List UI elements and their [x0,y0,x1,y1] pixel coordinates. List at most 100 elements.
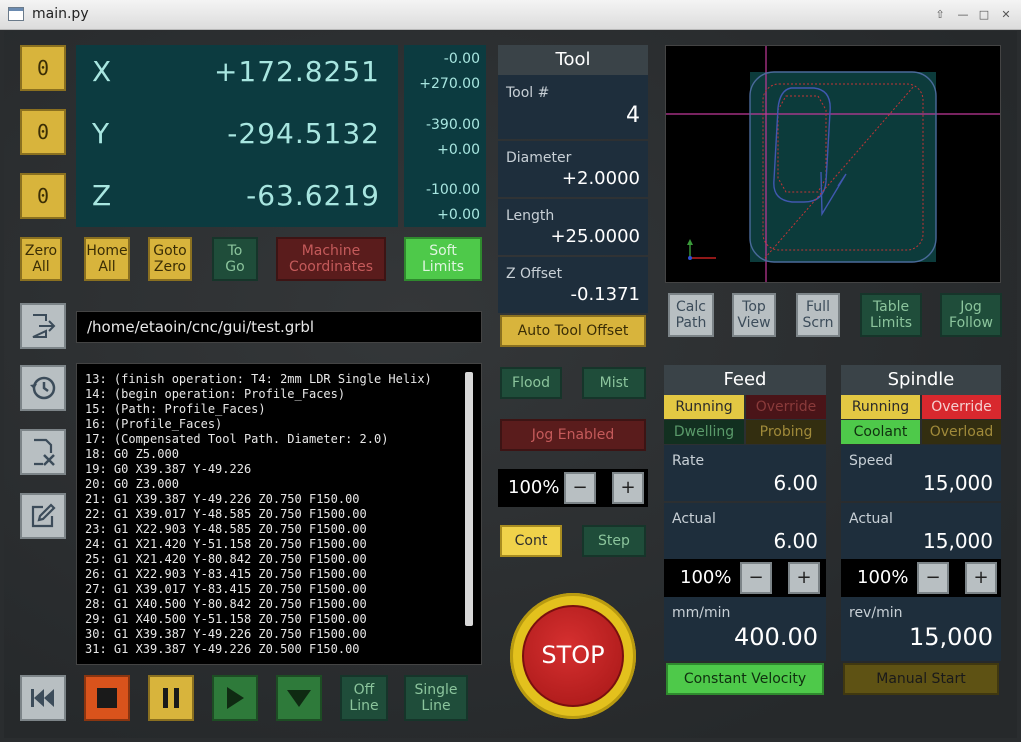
gcode-listing[interactable]: 13: (finish operation: T4: 2mm LDR Singl… [76,363,482,665]
zero-z-button[interactable]: 0 [20,173,66,219]
shade-icon[interactable]: ⇧ [932,7,948,23]
feed-actual-label: Actual [672,511,716,527]
spindle-actual-panel: Actual 15,000 [841,503,1001,559]
full-screen-button[interactable]: Full Scrn [796,293,840,337]
jog-plus-button[interactable]: + [612,472,644,504]
gcode-scrollbar[interactable] [465,372,473,626]
gcode-line[interactable]: 18: G0 Z5.000 [85,447,481,462]
feed-percent-value: 100% [680,567,732,588]
pause-icon [163,688,179,708]
tool-number-value: 4 [626,103,640,128]
feed-actual-value: 6.00 [773,529,818,553]
calc-path-button[interactable]: Calc Path [668,293,714,337]
gcode-line[interactable]: 29: G1 X40.500 Y-51.158 Z0.750 F1500.00 [85,612,481,627]
estop-ring: STOP [510,593,636,719]
spindle-plus-button[interactable]: + [965,562,997,594]
rewind-button[interactable] [20,675,66,721]
feed-plus-button[interactable]: + [788,562,820,594]
gcode-line[interactable]: 22: G1 X39.017 Y-48.585 Z0.750 F1500.00 [85,507,481,522]
feed-units-label: mm/min [672,605,731,621]
stop-program-button[interactable] [84,675,130,721]
auto-tool-offset-button[interactable]: Auto Tool Offset [500,315,646,347]
zero-y-button[interactable]: 0 [20,109,66,155]
dro-limits: -0.00 +270.00 -390.00 +0.00 -100.00 +0.0… [404,45,486,227]
limit-y-max: +0.00 [437,142,480,158]
minimize-icon[interactable]: — [955,7,971,23]
spindle-speed-label: Speed [849,453,893,469]
stop-button[interactable]: STOP [522,605,624,707]
gcode-line[interactable]: 27: G1 X39.017 Y-83.415 Z0.750 F1500.00 [85,582,481,597]
zero-all-button[interactable]: Zero All [20,237,62,281]
limit-z-max: +0.00 [437,207,480,223]
axis-y-label: Y [92,117,110,150]
file-path-field[interactable]: /home/etaoin/cnc/gui/test.grbl [76,311,482,343]
jog-enabled-button[interactable]: Jog Enabled [500,419,646,451]
close-icon[interactable]: ✕ [998,7,1014,23]
length-label: Length [506,208,555,224]
gcode-line[interactable]: 30: G1 X39.387 Y-49.226 Z0.750 F1500.00 [85,627,481,642]
gcode-line[interactable]: 26: G1 X22.903 Y-83.415 Z0.750 F1500.00 [85,567,481,582]
gcode-line[interactable]: 14: (begin operation: Profile_Faces) [85,387,481,402]
gcode-line[interactable]: 24: G1 X21.420 Y-51.158 Z0.750 F1500.00 [85,537,481,552]
off-line-button[interactable]: Off Line [340,675,388,721]
axis-x-label: X [92,55,112,88]
jog-follow-button[interactable]: Jog Follow [940,293,1002,337]
jog-minus-button[interactable]: − [564,472,596,504]
axis-y-value: -294.5132 [227,117,380,150]
gcode-line[interactable]: 13: (finish operation: T4: 2mm LDR Singl… [85,372,481,387]
gcode-line[interactable]: 16: (Profile_Faces) [85,417,481,432]
gcode-lines: 13: (finish operation: T4: 2mm LDR Singl… [85,372,481,656]
gcode-line[interactable]: 15: (Path: Profile_Faces) [85,402,481,417]
gcode-line[interactable]: 17: (Compensated Tool Path. Diameter: 2.… [85,432,481,447]
spindle-overload-flag: Overload [922,420,1001,444]
maximize-icon[interactable]: □ [976,7,992,23]
manual-start-button[interactable]: Manual Start [843,663,999,695]
spindle-units-value: 15,000 [909,623,993,651]
jog-step-button[interactable]: Step [582,525,646,557]
single-line-button[interactable]: Single Line [404,675,468,721]
gcode-line[interactable]: 20: G0 Z3.000 [85,477,481,492]
diameter-label: Diameter [506,150,572,166]
to-go-button[interactable]: To Go [212,237,258,281]
goto-zero-button[interactable]: Goto Zero [148,237,192,281]
backplot-view[interactable] [665,45,1001,283]
flood-button[interactable]: Flood [500,367,562,399]
gcode-line[interactable]: 19: G0 X39.387 Y-49.226 [85,462,481,477]
top-view-button[interactable]: Top View [732,293,776,337]
feed-rate-label: Rate [672,453,705,469]
gcode-line[interactable]: 31: G1 X39.387 Y-49.226 Z0.500 F150.00 [85,642,481,657]
tool-number-panel: Tool # 4 [498,75,648,139]
spindle-minus-button[interactable]: − [917,562,949,594]
history-icon [30,376,56,400]
gcode-line[interactable]: 28: G1 X40.500 Y-80.842 Z0.750 F1500.00 [85,597,481,612]
mist-button[interactable]: Mist [582,367,646,399]
machine-coordinates-button[interactable]: Machine Coordinates [276,237,386,281]
feed-probing-flag: Probing [746,420,826,444]
feed-actual-panel: Actual 6.00 [664,503,826,559]
gcode-line[interactable]: 21: G1 X39.387 Y-49.226 Z0.750 F150.00 [85,492,481,507]
close-file-button[interactable] [20,429,66,475]
open-file-button[interactable] [20,303,66,349]
diameter-value: +2.0000 [561,168,640,189]
jog-cont-button[interactable]: Cont [500,525,562,557]
spindle-speed-panel: Speed 15,000 [841,445,1001,501]
feed-units-value: 400.00 [734,623,818,651]
feed-minus-button[interactable]: − [740,562,772,594]
edit-button[interactable] [20,493,66,539]
zero-x-button[interactable]: 0 [20,45,66,91]
home-all-button[interactable]: Home All [84,237,130,281]
zoffset-value: -0.1371 [570,284,640,305]
run-button[interactable] [212,675,258,721]
gcode-line[interactable]: 25: G1 X21.420 Y-80.842 Z0.750 F1500.00 [85,552,481,567]
step-program-button[interactable] [276,675,322,721]
feed-rate-value: 6.00 [773,471,818,495]
gcode-line[interactable]: 23: G1 X22.903 Y-48.585 Z0.750 F1500.00 [85,522,481,537]
zoffset-label: Z Offset [506,266,563,282]
soft-limits-button[interactable]: Soft Limits [404,237,482,281]
pause-button[interactable] [148,675,194,721]
history-button[interactable] [20,365,66,411]
table-limits-button[interactable]: Table Limits [860,293,922,337]
tool-length-panel: Length +25.0000 [498,199,648,255]
feed-dwelling-flag: Dwelling [664,420,744,444]
constant-velocity-button[interactable]: Constant Velocity [666,663,824,695]
